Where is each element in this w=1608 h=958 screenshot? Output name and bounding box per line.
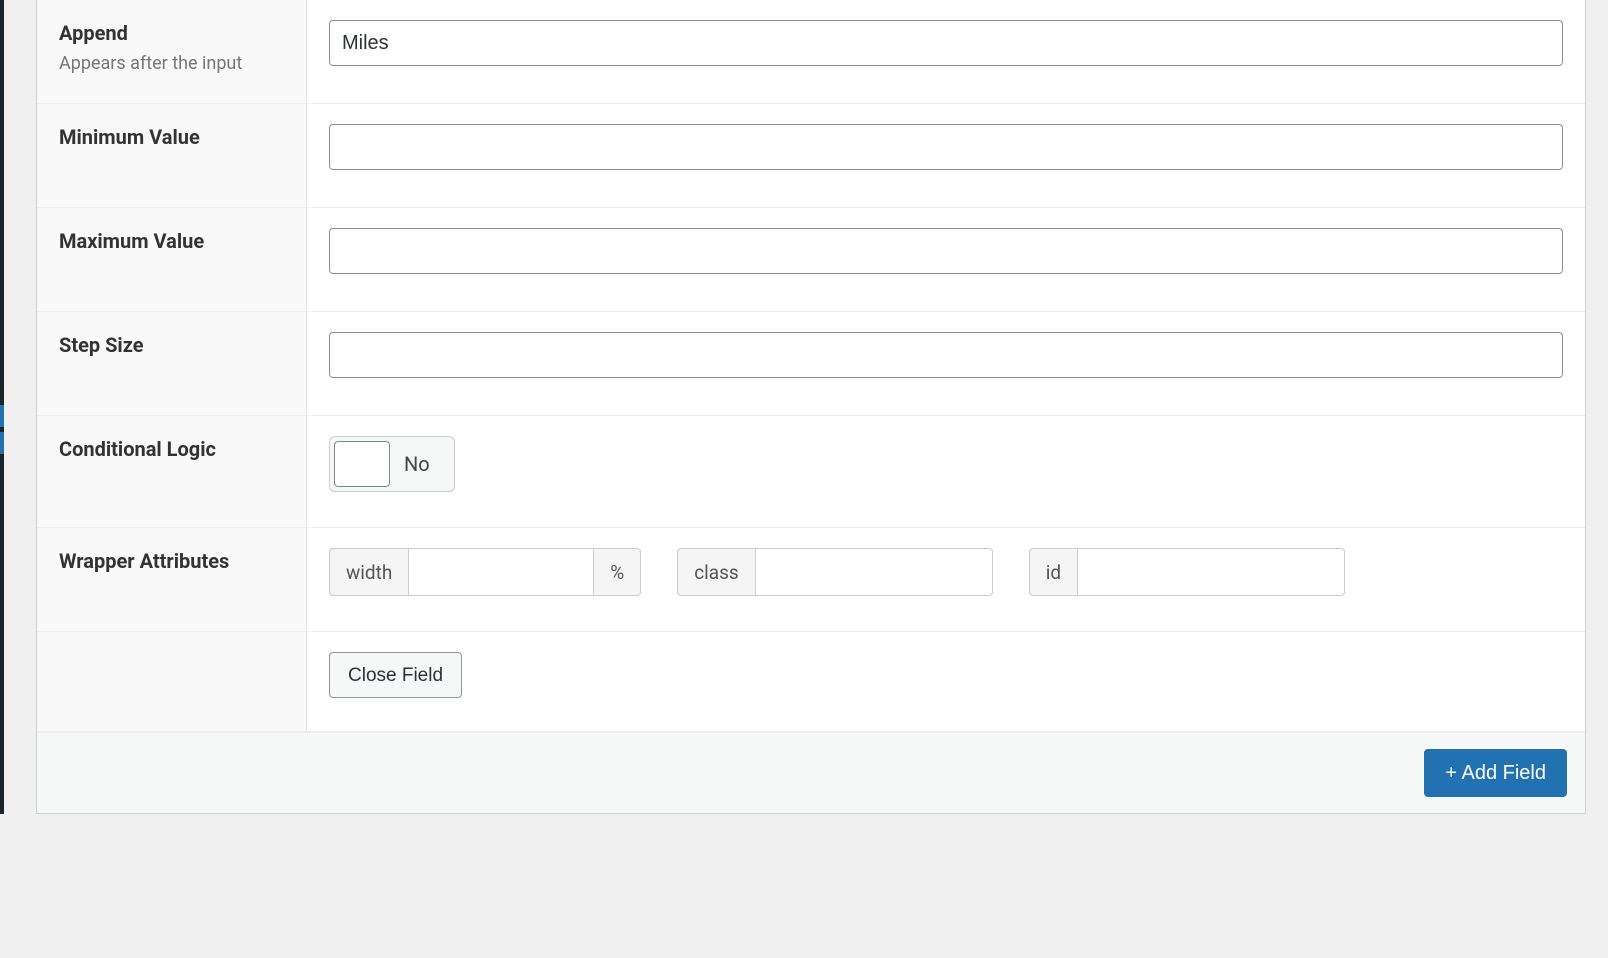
row-minimum-value: Minimum Value xyxy=(37,104,1585,208)
label-col: Append Appears after the input xyxy=(37,0,307,103)
width-unit-label: % xyxy=(594,548,641,596)
wrapper-id-input[interactable] xyxy=(1077,548,1345,596)
row-conditional-logic: Conditional Logic No xyxy=(37,416,1585,528)
input-col: No xyxy=(307,416,1585,527)
row-step-size: Step Size xyxy=(37,312,1585,416)
wrapper-attributes-group: width % class id xyxy=(329,548,1563,596)
input-col xyxy=(307,104,1585,207)
label-col xyxy=(37,632,307,731)
minimum-value-input[interactable] xyxy=(329,124,1563,170)
label-col: Conditional Logic xyxy=(37,416,307,527)
row-close-field: Close Field xyxy=(37,632,1585,732)
input-col xyxy=(307,208,1585,311)
input-col: width % class id xyxy=(307,528,1585,631)
label-minimum-value: Minimum Value xyxy=(59,124,292,151)
maximum-value-input[interactable] xyxy=(329,228,1563,274)
input-col xyxy=(307,312,1585,415)
wrapper-id-group: id xyxy=(1029,548,1345,596)
label-wrapper-attributes: Wrapper Attributes xyxy=(59,548,292,575)
wrapper-width-group: width % xyxy=(329,548,641,596)
row-wrapper-attributes: Wrapper Attributes width % class id xyxy=(37,528,1585,632)
wrapper-class-input[interactable] xyxy=(755,548,993,596)
add-field-button[interactable]: + Add Field xyxy=(1424,749,1567,797)
label-col: Step Size xyxy=(37,312,307,415)
step-size-input[interactable] xyxy=(329,332,1563,378)
conditional-logic-toggle[interactable]: No xyxy=(329,436,455,492)
row-maximum-value: Maximum Value xyxy=(37,208,1585,312)
sidebar-active-indicator xyxy=(0,405,4,427)
id-prefix-label: id xyxy=(1029,548,1077,596)
toggle-state-label: No xyxy=(390,441,450,487)
label-conditional-logic: Conditional Logic xyxy=(59,436,292,463)
label-col: Maximum Value xyxy=(37,208,307,311)
row-append: Append Appears after the input xyxy=(37,0,1585,104)
close-field-button[interactable]: Close Field xyxy=(329,652,462,698)
toggle-knob xyxy=(334,441,390,487)
sidebar-active-indicator xyxy=(0,432,4,454)
class-prefix-label: class xyxy=(677,548,755,596)
label-maximum-value: Maximum Value xyxy=(59,228,292,255)
append-input[interactable] xyxy=(329,20,1563,66)
wrapper-class-group: class xyxy=(677,548,993,596)
field-settings-panel: Append Appears after the input Minimum V… xyxy=(36,0,1586,814)
label-step-size: Step Size xyxy=(59,332,292,359)
desc-append: Appears after the input xyxy=(59,53,292,74)
label-col: Wrapper Attributes xyxy=(37,528,307,631)
panel-footer: + Add Field xyxy=(37,732,1585,813)
input-col xyxy=(307,0,1585,103)
label-append: Append xyxy=(59,20,292,47)
width-prefix-label: width xyxy=(329,548,408,596)
label-col: Minimum Value xyxy=(37,104,307,207)
wrapper-width-input[interactable] xyxy=(408,548,594,596)
input-col: Close Field xyxy=(307,632,1585,731)
